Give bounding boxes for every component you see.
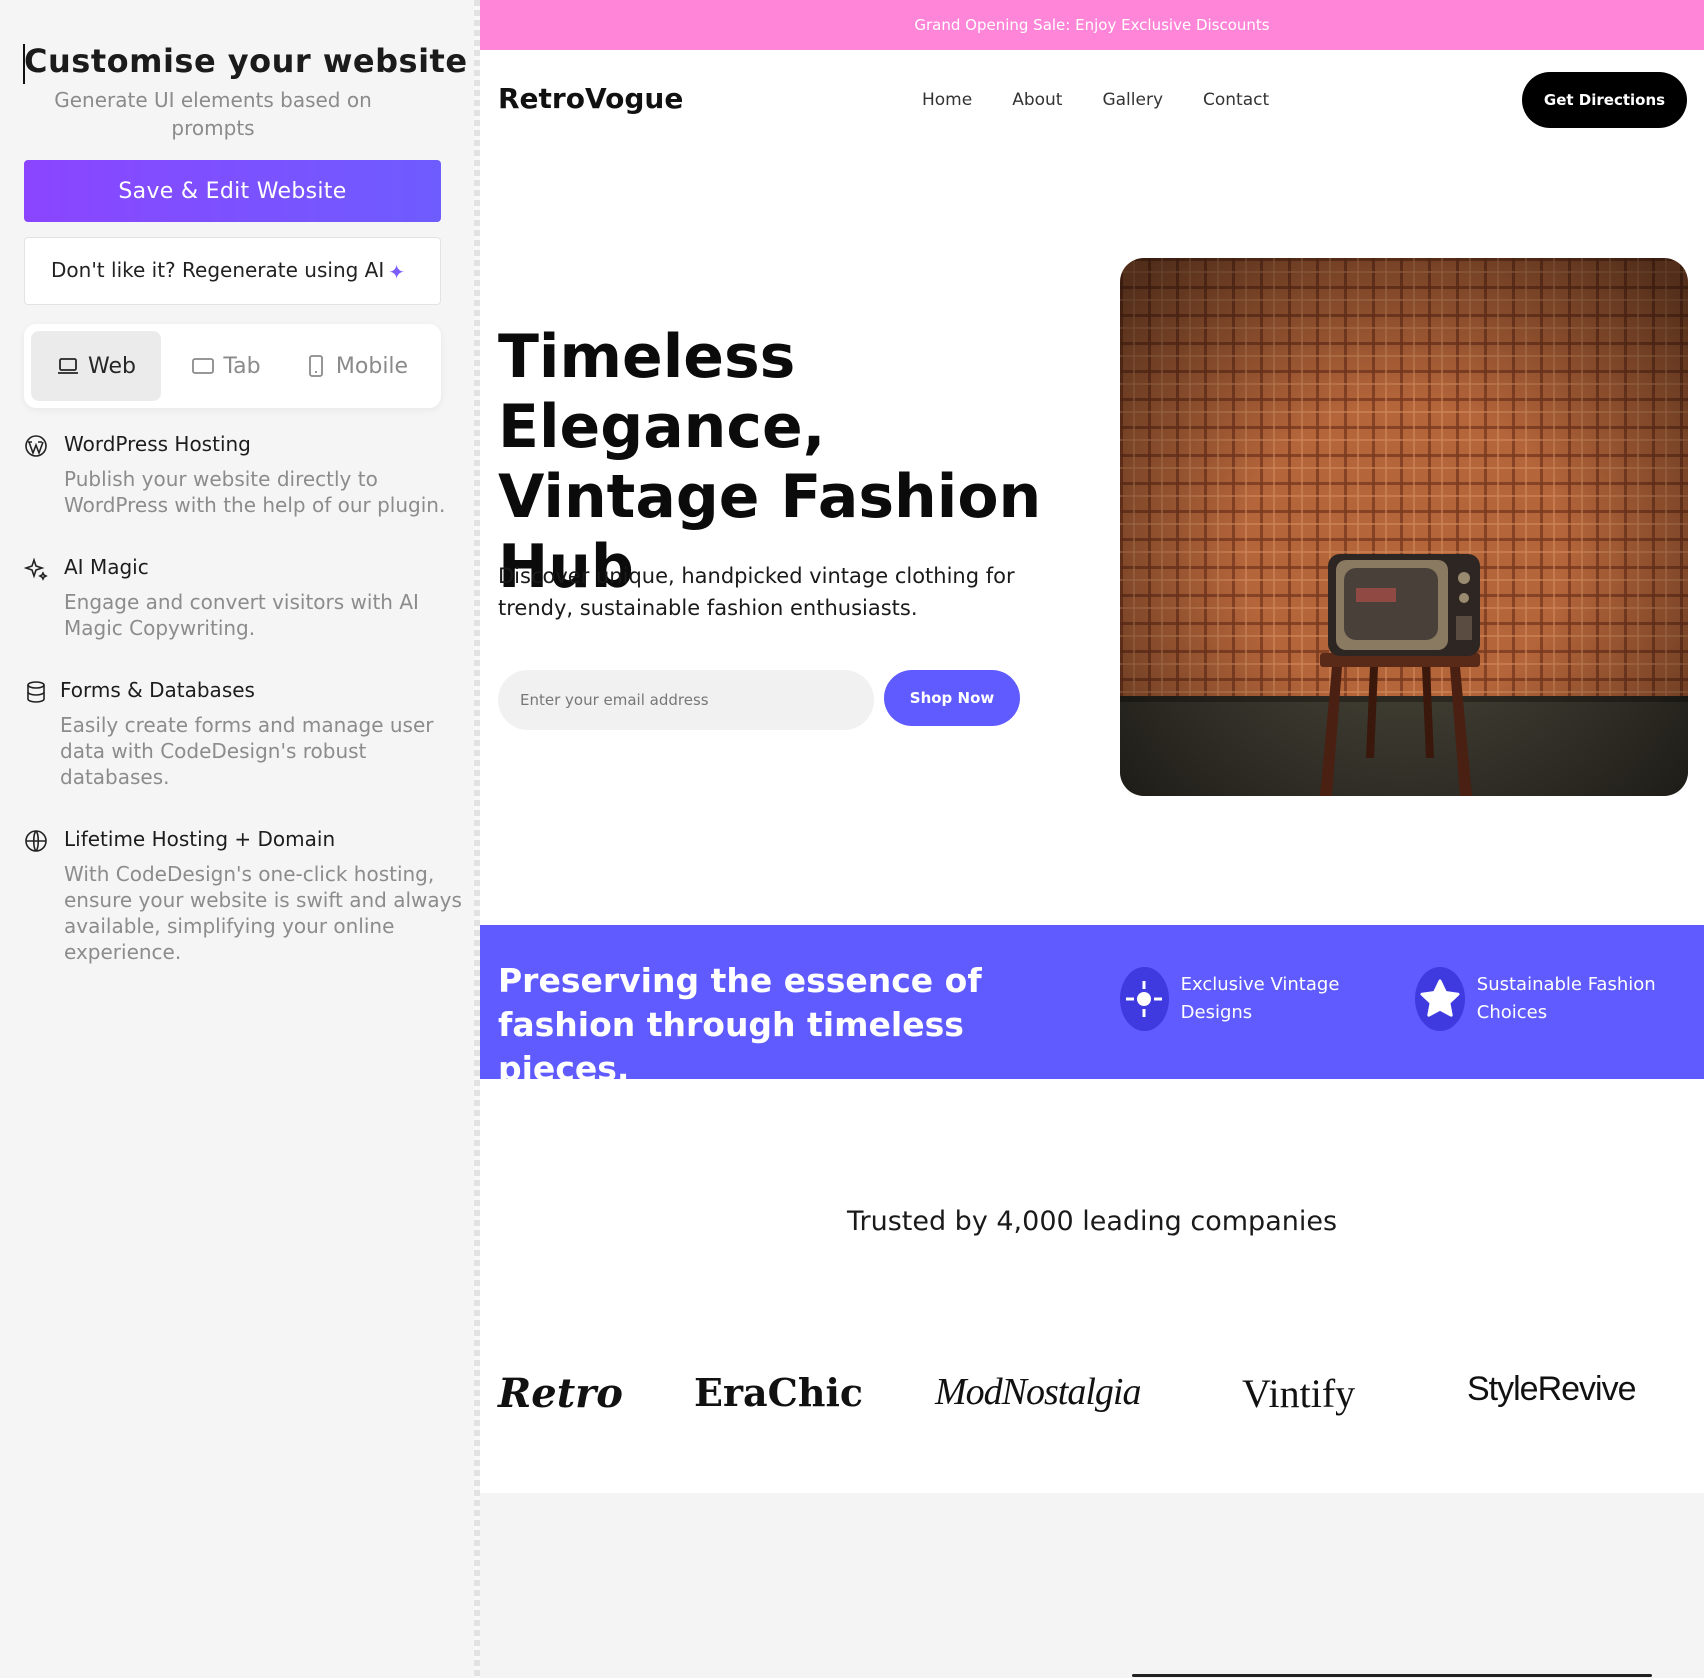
feature-title: AI Magic	[64, 555, 149, 579]
wordpress-icon	[25, 435, 47, 457]
bottom-edge-line	[1132, 1674, 1652, 1677]
tablet-icon	[192, 358, 215, 374]
hero-subtitle: Discover unique, handpicked vintage clot…	[498, 564, 1015, 620]
feature-wordpress: WordPress Hosting Publish your website d…	[24, 432, 454, 522]
trusted-heading: Trusted by 4,000 leading companies	[846, 1206, 1338, 1237]
phone-icon	[309, 355, 323, 377]
get-directions-button[interactable]: Get Directions	[1522, 72, 1687, 128]
feature-title: WordPress Hosting	[64, 432, 251, 456]
sidebar-title: Customise your website✦	[23, 42, 492, 84]
vintage-tv-illustration	[1120, 258, 1688, 796]
feature-desc: Easily create forms and manage user data…	[60, 713, 434, 789]
band-feature-sustainable: Sustainable Fashion Choices	[1415, 967, 1675, 1031]
tab-tab-label: Tab	[223, 353, 261, 379]
feature-ai-magic: AI Magic Engage and convert visitors wit…	[24, 555, 454, 645]
sparkle-icon	[24, 557, 48, 581]
database-icon	[27, 681, 45, 703]
device-tabs: Web Tab Mobile	[24, 324, 441, 408]
tab-mobile[interactable]: Mobile	[291, 331, 421, 401]
tab-web[interactable]: Web	[31, 331, 161, 401]
regenerate-label: Don't like it? Regenerate using AI	[51, 258, 385, 283]
site-logo[interactable]: RetroVogue	[498, 82, 683, 115]
sidebar-title-text: Customise your website	[24, 42, 468, 80]
feature-forms-databases: Forms & Databases Easily create forms an…	[24, 678, 454, 798]
hero-image	[1120, 258, 1688, 796]
site-page: RetroVogue Home About Gallery Contact Ge…	[480, 50, 1704, 1493]
feature-hosting-domain: Lifetime Hosting + Domain With CodeDesig…	[24, 827, 462, 977]
tab-web-label: Web	[88, 353, 136, 379]
email-input[interactable]	[498, 670, 874, 730]
tab-mobile-label: Mobile	[335, 353, 409, 379]
feature-title: Forms & Databases	[60, 678, 255, 702]
band-feature-label: Exclusive Vintage Designs	[1180, 974, 1340, 1023]
text-cursor	[23, 44, 25, 84]
nav-home[interactable]: Home	[922, 90, 972, 110]
band-feature-designs: Exclusive Vintage Designs	[1120, 967, 1360, 1031]
feature-desc: Engage and convert visitors with AI Magi…	[64, 590, 419, 640]
laptop-icon	[58, 358, 79, 374]
band-headline: Preserving the essence of fashion throug…	[498, 961, 982, 1088]
nav-gallery[interactable]: Gallery	[1102, 90, 1163, 110]
sidebar-subtitle: Generate UI elements based on prompts	[54, 88, 372, 140]
nav-about[interactable]: About	[1012, 90, 1062, 110]
sidebar: Customise your website✦ Generate UI elem…	[0, 0, 492, 1678]
band-feature-label: Sustainable Fashion Choices	[1476, 974, 1656, 1023]
sparkle-icon: ✦	[388, 259, 406, 284]
brand-logo-modnostalgia: ModNostalgia	[935, 1371, 1141, 1413]
feature-title: Lifetime Hosting + Domain	[64, 827, 336, 851]
star-icon	[1415, 967, 1465, 1031]
sun-icon	[1120, 967, 1169, 1031]
tab-tab[interactable]: Tab	[161, 331, 291, 401]
feature-band: Preserving the essence of fashion throug…	[480, 925, 1704, 1088]
brand-logo-stylerevive: StyleRevive	[1467, 1370, 1637, 1408]
app-root: Customise your website✦ Generate UI elem…	[0, 0, 1704, 1678]
globe-icon	[25, 830, 47, 852]
nav-contact[interactable]: Contact	[1203, 90, 1269, 110]
feature-desc: Publish your website directly to WordPre…	[64, 467, 446, 517]
regenerate-button[interactable]: Don't like it? Regenerate using AI ✦	[24, 237, 441, 305]
brand-logo-vintify: Vintify	[1242, 1371, 1356, 1416]
feature-desc: With CodeDesign's one-click hosting, ens…	[64, 862, 462, 964]
site-nav: Home About Gallery Contact	[922, 90, 1269, 110]
announcement-bar: Grand Opening Sale: Enjoy Exclusive Disc…	[480, 0, 1704, 50]
website-preview: Grand Opening Sale: Enjoy Exclusive Disc…	[480, 0, 1704, 1678]
shop-now-button[interactable]: Shop Now	[884, 670, 1020, 726]
brand-logo-retro: Retro	[498, 1370, 623, 1417]
brand-logo-erachic: EraChic	[694, 1370, 864, 1415]
save-edit-button[interactable]: Save & Edit Website	[24, 160, 441, 222]
